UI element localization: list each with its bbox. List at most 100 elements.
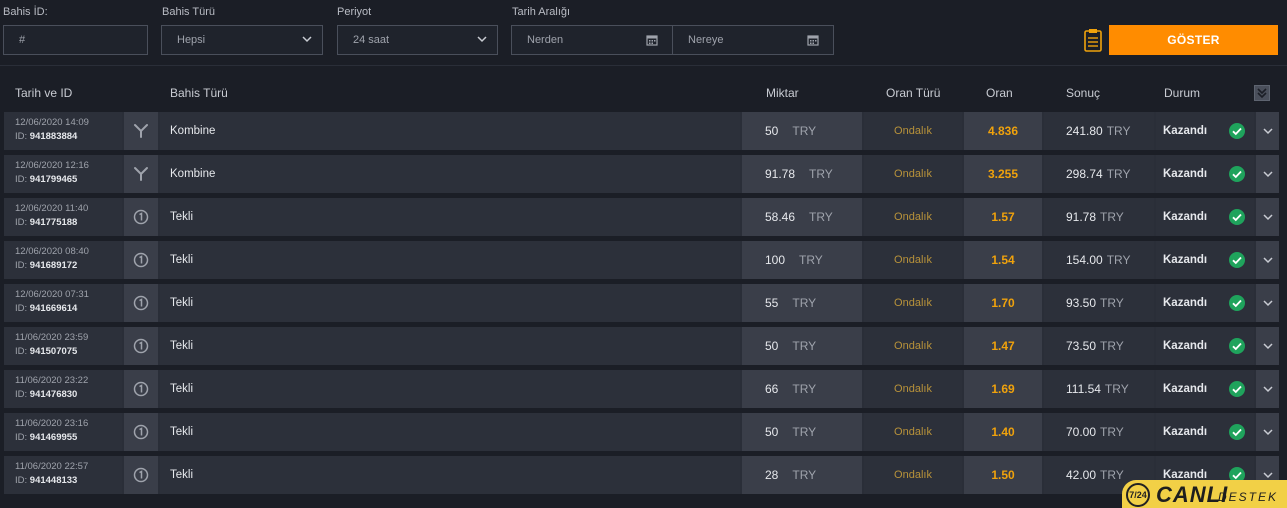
row-status-text: Kazandı: [1163, 340, 1208, 352]
row-odds-type: Ondalık: [864, 413, 962, 451]
row-expand-button[interactable]: [1256, 155, 1279, 193]
col-status: Durum: [1164, 86, 1201, 100]
row-status-text: Kazandı: [1163, 211, 1208, 223]
row-type-icon: [124, 284, 158, 322]
row-odds-type: Ondalık: [864, 370, 962, 408]
chevron-down-icon: [1262, 300, 1273, 307]
row-odds-type: Ondalık: [864, 284, 962, 322]
row-odds-type: Ondalık: [864, 155, 962, 193]
table-row[interactable]: 11/06/2020 23:16 ID: 941469955 Tekli 50 TRY O…: [4, 413, 1279, 451]
row-odds: 1.47: [964, 327, 1042, 365]
table-row[interactable]: 12/06/2020 11:40 ID: 941775188 Tekli 58.46 T…: [4, 198, 1279, 236]
row-amount-currency: TRY: [809, 210, 833, 224]
row-id: ID: 941469955: [15, 432, 122, 443]
chevron-down-icon: [1262, 343, 1273, 350]
combo-icon: [134, 167, 148, 181]
bet-id-label: Bahis İD:: [3, 6, 48, 18]
table-row[interactable]: 11/06/2020 22:57 ID: 941448133 Tekli 28 TRY O…: [4, 456, 1279, 494]
table-row[interactable]: 12/06/2020 07:31 ID: 941669614 Tekli 55 TRY O…: [4, 284, 1279, 322]
row-status: Kazandı: [1156, 370, 1254, 408]
row-status: Kazandı: [1156, 327, 1254, 365]
row-odds: 4.836: [964, 112, 1042, 150]
row-odds-type: Ondalık: [864, 241, 962, 279]
row-date-id: 12/06/2020 11:40 ID: 941775188: [4, 198, 122, 236]
row-amount-value: 100: [765, 253, 786, 267]
check-circle-icon: [1229, 252, 1245, 268]
row-amount: 91.78 TRY: [742, 155, 862, 193]
row-type-icon: [124, 413, 158, 451]
row-expand-button[interactable]: [1256, 370, 1279, 408]
row-date-id: 12/06/2020 14:09 ID: 941883884: [4, 112, 122, 150]
row-result: 73.50 TRY: [1044, 327, 1154, 365]
row-result: 70.00 TRY: [1044, 413, 1154, 451]
row-amount-currency: TRY: [792, 425, 817, 439]
col-odds-type: Oran Türü: [886, 86, 941, 100]
row-date-id: 12/06/2020 08:40 ID: 941689172: [4, 241, 122, 279]
table-row[interactable]: 12/06/2020 12:16 ID: 941799465 Kombine 91.7…: [4, 155, 1279, 193]
check-circle-icon: [1229, 381, 1245, 397]
calendar-icon[interactable]: [807, 34, 819, 46]
bet-id-placeholder: #: [19, 34, 26, 46]
row-odds: 1.70: [964, 284, 1042, 322]
date-range-label: Tarih Aralığı: [512, 6, 571, 18]
clipboard-icon[interactable]: [1084, 28, 1102, 52]
single-icon: [133, 467, 149, 483]
row-type-icon: [124, 456, 158, 494]
row-bet-type: Tekli: [160, 370, 740, 408]
date-from-input[interactable]: Nerden: [511, 25, 673, 55]
row-id-prefix: ID:: [15, 131, 28, 142]
single-icon: [133, 381, 149, 397]
row-id: ID: 941476830: [15, 389, 122, 400]
table-row[interactable]: 12/06/2020 14:09 ID: 941883884 Kombine 50 TR…: [4, 112, 1279, 150]
row-status: Kazandı: [1156, 284, 1254, 322]
row-odds: 1.50: [964, 456, 1042, 494]
live-support-widget[interactable]: 7/24 CANLI DESTEK: [1122, 480, 1287, 508]
show-button[interactable]: GÖSTER: [1109, 25, 1278, 55]
row-type-icon: [124, 112, 158, 150]
table-row[interactable]: 12/06/2020 08:40 ID: 941689172 Tekli 100 TRY…: [4, 241, 1279, 279]
row-status-text: Kazandı: [1163, 125, 1208, 137]
row-date: 11/06/2020 23:16: [15, 418, 89, 429]
row-date: 12/06/2020 14:09: [15, 117, 89, 128]
row-expand-button[interactable]: [1256, 198, 1279, 236]
row-id-value: 941469955: [29, 432, 78, 443]
row-result: 298.74 TRY: [1044, 155, 1154, 193]
check-circle-icon: [1229, 424, 1245, 440]
check-circle-icon: [1229, 295, 1245, 311]
row-odds: 1.57: [964, 198, 1042, 236]
bet-id-input[interactable]: #: [3, 25, 148, 55]
row-date: 12/06/2020 11:40: [15, 203, 89, 214]
row-expand-button[interactable]: [1256, 327, 1279, 365]
row-result: 241.80 TRY: [1044, 112, 1154, 150]
row-id-value: 941669614: [29, 303, 78, 314]
calendar-icon[interactable]: [646, 34, 658, 46]
row-date-id: 12/06/2020 12:16 ID: 941799465: [4, 155, 122, 193]
collapse-all-button[interactable]: [1254, 85, 1270, 101]
row-result: 111.54 TRY: [1044, 370, 1154, 408]
row-expand-button[interactable]: [1256, 413, 1279, 451]
row-bet-type: Tekli: [160, 284, 740, 322]
row-id-value: 941689172: [29, 260, 78, 271]
table-row[interactable]: 11/06/2020 23:22 ID: 941476830 Tekli 66 TRY O…: [4, 370, 1279, 408]
table-header: Tarih ve ID Bahis Türü Miktar Oran Türü …: [0, 78, 1287, 110]
row-type-icon: [124, 241, 158, 279]
support-badge: 7/24: [1126, 483, 1150, 507]
row-expand-button[interactable]: [1256, 112, 1279, 150]
table-row[interactable]: 11/06/2020 23:59 ID: 941507075 Tekli 50 TRY O…: [4, 327, 1279, 365]
row-bet-type: Tekli: [160, 456, 740, 494]
row-date: 11/06/2020 23:22: [15, 375, 89, 386]
row-result-value: 73.50: [1066, 339, 1097, 353]
row-status: Kazandı: [1156, 241, 1254, 279]
row-expand-button[interactable]: [1256, 284, 1279, 322]
bet-type-select[interactable]: Hepsi: [161, 25, 323, 55]
row-id-value: 941507075: [29, 346, 78, 357]
row-date: 11/06/2020 22:57: [15, 461, 89, 472]
row-id-prefix: ID:: [15, 432, 28, 443]
row-amount: 50 TRY: [742, 327, 862, 365]
row-id-prefix: ID:: [15, 303, 28, 314]
row-status-text: Kazandı: [1163, 297, 1208, 309]
date-to-input[interactable]: Nereye: [672, 25, 834, 55]
row-result-value: 70.00: [1066, 425, 1097, 439]
row-expand-button[interactable]: [1256, 241, 1279, 279]
period-select[interactable]: 24 saat: [337, 25, 498, 55]
